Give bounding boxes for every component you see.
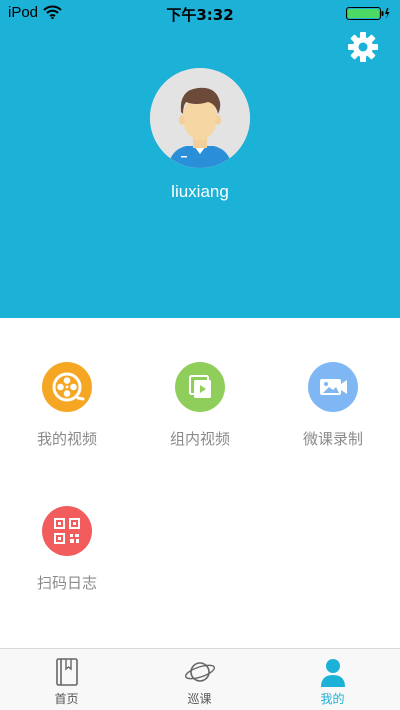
tab-label: 首页 <box>54 692 79 706</box>
menu-item-my-videos[interactable]: 我的视频 <box>0 362 134 449</box>
tab-bar: 首页 巡课 我的 <box>0 648 400 710</box>
username: liuxiang <box>171 182 229 201</box>
tab-mine[interactable]: 我的 <box>266 649 399 710</box>
status-bar: iPod 下午3:32 <box>0 0 400 26</box>
menu-item-scan-log[interactable]: 扫码日志 <box>0 506 134 593</box>
qr-code-icon <box>42 506 92 556</box>
video-camera-icon <box>308 362 358 412</box>
menu-item-label: 微课录制 <box>302 430 363 448</box>
user-avatar-icon <box>150 68 250 168</box>
menu-item-label: 我的视频 <box>36 430 97 448</box>
settings-button[interactable] <box>346 30 380 64</box>
menu-item-label: 扫码日志 <box>36 574 97 592</box>
planet-icon <box>184 657 216 687</box>
tab-label: 我的 <box>320 692 345 706</box>
menu-item-label: 组内视频 <box>169 430 230 448</box>
gear-icon <box>348 32 378 62</box>
avatar[interactable] <box>150 68 250 168</box>
profile-page: iPod 下午3:32 liuxiang 我的视频 组内视频 微课录制 扫码日志… <box>0 0 400 710</box>
video-stack-icon <box>175 362 225 412</box>
menu-item-group-videos[interactable]: 组内视频 <box>133 362 267 449</box>
battery-charging-icon <box>346 6 390 20</box>
film-reel-icon <box>42 362 92 412</box>
tab-patrol[interactable]: 巡课 <box>133 649 266 710</box>
tab-home[interactable]: 首页 <box>0 649 133 710</box>
book-icon <box>51 657 83 687</box>
tab-label: 巡课 <box>187 692 212 706</box>
clock: 下午3:32 <box>166 6 234 24</box>
profile-header: iPod 下午3:32 liuxiang <box>0 0 400 318</box>
person-icon <box>317 657 349 687</box>
menu-item-microlesson-recording[interactable]: 微课录制 <box>266 362 400 449</box>
